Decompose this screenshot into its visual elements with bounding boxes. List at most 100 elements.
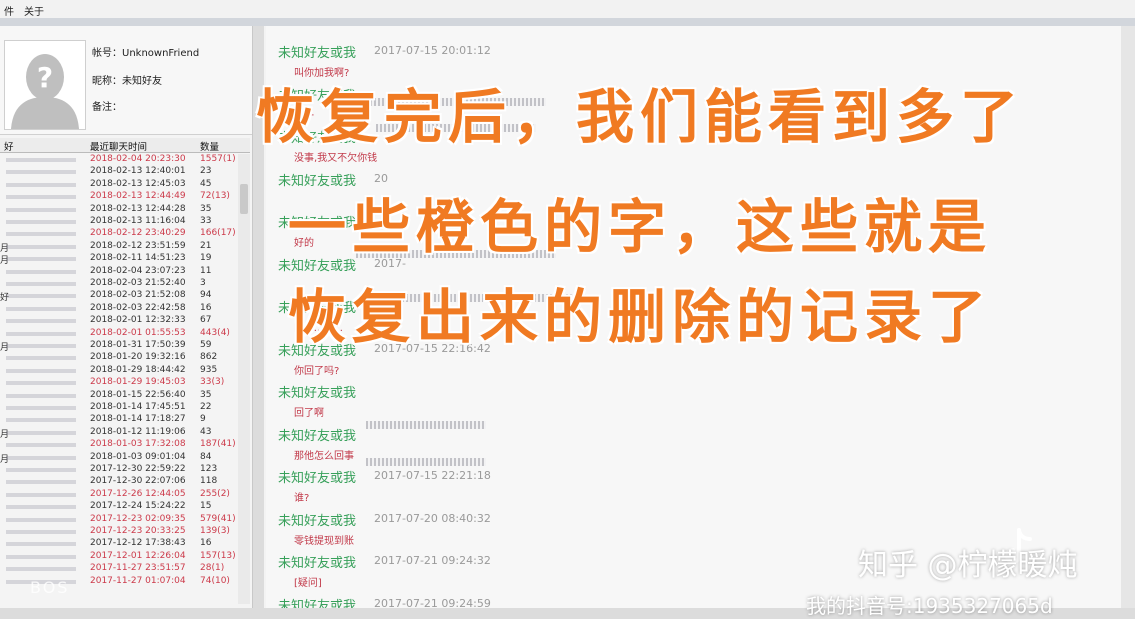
row-name-blur: [6, 505, 76, 510]
row-time: 2017-12-01 12:26:04: [90, 550, 186, 561]
nickname-label: 昵称：: [92, 76, 122, 87]
remark-label: 备注：: [92, 102, 122, 113]
row-name-blur: [6, 170, 76, 175]
col-header-last-chat[interactable]: 最近聊天时间: [90, 139, 147, 153]
table-row[interactable]: 2018-01-15 22:56:40 35: [0, 390, 238, 402]
row-time: 2018-01-15 22:56:40: [90, 389, 186, 400]
row-count: 123: [200, 464, 218, 474]
message-sender: 未知好友或我: [278, 428, 357, 444]
row-count: 84: [200, 451, 212, 462]
table-row[interactable]: 2017-12-23 20:33:25 139(3): [0, 526, 238, 538]
table-row[interactable]: 2018-01-29 19:45:03 33(3): [0, 377, 238, 389]
row-name-blur: [6, 207, 76, 212]
row-count: 935: [200, 364, 218, 375]
table-row[interactable]: 2018-02-13 12:40:01 23: [0, 166, 238, 178]
row-name-blur: [6, 319, 76, 324]
row-time: 2018-02-13 12:40:01: [90, 166, 186, 177]
row-time: 2018-01-29 18:44:42: [90, 364, 186, 375]
row-name-blur: [6, 554, 76, 559]
table-row[interactable]: 2018-01-03 17:32:08 187(41): [0, 439, 238, 451]
row-time: 2018-01-14 17:45:51: [90, 402, 186, 412]
message-text: 你回了吗?: [294, 365, 340, 377]
row-count: 187(41): [200, 439, 236, 450]
row-name-blur: [6, 480, 76, 485]
caption-line-1: 恢复完后，我们能看到多了: [255, 83, 1024, 151]
row-time: 2017-12-23 02:09:35: [90, 513, 186, 524]
table-row[interactable]: 2017-12-01 12:26:04 157(13): [0, 551, 238, 563]
col-header-name[interactable]: 好: [4, 139, 14, 153]
message-text: 谁?: [294, 493, 310, 504]
row-count: 43: [200, 426, 212, 437]
row-name-blur: [6, 406, 76, 410]
row-time: 2018-01-29 19:45:03: [90, 377, 186, 388]
row-time: 2017-12-24 15:24:22: [90, 501, 186, 512]
table-row[interactable]: 2017-12-30 22:07:06 118: [0, 476, 238, 488]
row-name-blur: [6, 282, 76, 286]
message-text: [疑问]: [294, 578, 322, 589]
table-row[interactable]: 2017-12-12 17:38:43 16: [0, 538, 238, 550]
row-count: 139(3): [200, 526, 230, 536]
row-count: 74(10): [200, 575, 230, 586]
avatar: ?: [4, 40, 86, 130]
row-name-blur: [6, 182, 76, 187]
row-name-blur: [6, 331, 76, 336]
message-time: 2017-07-20 08:40:32: [374, 511, 491, 525]
row-count: 9: [200, 414, 206, 425]
table-row[interactable]: 2018-01-14 17:45:51 22: [0, 402, 238, 414]
row-count: 1557(1): [200, 154, 236, 164]
row-name-blur: [6, 381, 76, 386]
table-row[interactable]: 2017-12-26 12:44:05 255(2): [0, 489, 238, 501]
row-name-blur: [6, 517, 76, 522]
account-row: 帐号：UnknownFriend: [92, 44, 199, 59]
row-name-blur: [6, 492, 76, 497]
table-row[interactable]: 2017-11-27 23:51:57 28(1): [0, 563, 238, 575]
menu-bar: 件 关于: [0, 0, 1135, 19]
row-name-blur: [6, 257, 76, 262]
row-name-blur: [6, 344, 76, 348]
row-name-blur: [6, 195, 76, 200]
table-row[interactable]: 2018-01-20 19:32:16 862: [0, 352, 238, 364]
menu-item-about[interactable]: 关于: [24, 3, 44, 18]
row-name-blur: [6, 455, 76, 460]
row-name-blur: [6, 368, 76, 373]
table-row[interactable]: 月 2018-01-12 11:19:06 43: [0, 426, 238, 440]
row-count: 28(1): [200, 563, 225, 574]
message-time: 2017-07-15 20:01:12: [374, 44, 491, 57]
row-name-blur: [6, 542, 76, 547]
table-row[interactable]: 2018-02-04 20:23:30 1557(1): [0, 154, 238, 166]
message-sender: 未知好友或我: [278, 471, 357, 486]
row-name-blur: [6, 443, 76, 448]
row-count: 16: [200, 538, 212, 549]
row-count: 579(41): [200, 513, 236, 524]
row-time: 2018-02-04 20:23:30: [90, 154, 186, 164]
table-row[interactable]: 2017-12-23 02:09:35 579(41): [0, 514, 238, 526]
row-name-blur: [6, 430, 76, 435]
menu-item-file[interactable]: 件: [4, 3, 14, 18]
toolbar-strip: [0, 18, 1135, 26]
default-avatar-icon: ?: [5, 41, 85, 129]
table-row[interactable]: 2017-12-30 22:59:22 123: [0, 464, 238, 476]
table-row[interactable]: 2018-01-29 18:44:42 935: [0, 365, 238, 377]
table-row[interactable]: 月 2018-01-03 09:01:04 84: [0, 451, 238, 465]
row-name-blur: [6, 567, 76, 572]
row-count: 33(3): [200, 377, 225, 388]
message-time: 2017-07-21 09:24:32: [374, 554, 491, 567]
row-name-blur: [6, 468, 76, 472]
row-time: 2018-01-03 17:32:08: [90, 439, 186, 450]
table-row[interactable]: 2017-12-24 15:24:22 15: [0, 501, 238, 513]
message-text: 回了啊: [294, 408, 324, 419]
svg-text:?: ?: [37, 61, 53, 94]
row-count: 157(13): [200, 550, 236, 561]
row-count: 15: [200, 501, 212, 512]
message-sender: 未知好友或我: [278, 556, 357, 571]
row-name-blur: [6, 530, 76, 534]
glitch-strip: [366, 421, 486, 429]
row-name-blur: [6, 306, 76, 311]
row-time: 2017-12-30 22:59:22: [90, 464, 186, 474]
table-row[interactable]: 2018-01-14 17:18:27 9: [0, 414, 238, 426]
row-name-blur: [6, 232, 76, 237]
remark-row: 备注：: [92, 98, 122, 113]
row-time: 2017-12-23 20:33:25: [90, 526, 186, 536]
message-time: 2017-07-15 22:21:18: [374, 469, 491, 482]
row-name-blur: [6, 294, 76, 299]
